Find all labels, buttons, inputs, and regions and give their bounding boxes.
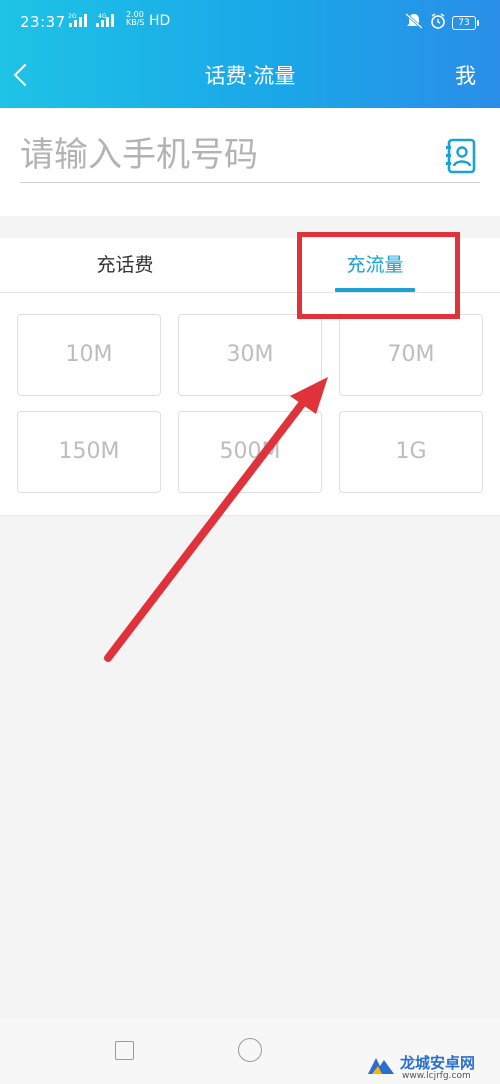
me-button[interactable]: 我	[455, 60, 476, 90]
package-option[interactable]: 70M	[339, 314, 483, 396]
mute-bell-icon	[405, 13, 423, 29]
input-underline	[20, 182, 480, 183]
network-speed-unit: KB/S	[126, 18, 145, 27]
signal-type-label: 2G	[68, 13, 77, 20]
package-option[interactable]: 500M	[178, 411, 322, 493]
watermark-text: 龙城安卓网	[400, 1054, 476, 1072]
package-option[interactable]: 10M	[17, 314, 161, 396]
alarm-clock-icon	[431, 13, 445, 29]
data-package-grid: 10M 30M 70M 150M 500M 1G	[0, 293, 500, 516]
watermark-url: www.lcjrfg.com	[402, 1071, 471, 1081]
battery-icon: 73	[452, 16, 479, 30]
tab-recharge-data[interactable]: 充流量	[250, 238, 500, 292]
signal-type-label: 4G	[98, 13, 107, 20]
watermark-logo-icon	[368, 1058, 394, 1074]
hd-indicator: HD	[149, 13, 171, 29]
nav-bar: 话费·流量 我	[0, 40, 500, 108]
contact-book-icon[interactable]	[445, 138, 477, 174]
network-speed: 2.00 KB/S	[126, 11, 145, 27]
home-circle-icon[interactable]	[238, 1038, 262, 1062]
app-header: 23:37 2G 4G 2.00 KB/S HD 73 话费·流量 我	[0, 0, 500, 108]
recharge-tabs: 充话费 充流量	[0, 238, 500, 293]
cellular-signal-icon: 2G	[68, 13, 87, 27]
watermark: 龙城安卓网 www.lcjrfg.com	[366, 1050, 500, 1084]
package-option[interactable]: 30M	[178, 314, 322, 396]
package-option[interactable]: 150M	[17, 411, 161, 493]
status-bar: 23:37 2G 4G 2.00 KB/S HD 73	[0, 0, 500, 40]
package-option[interactable]: 1G	[339, 411, 483, 493]
status-time: 23:37	[20, 13, 66, 31]
cellular-signal-icon: 4G	[96, 13, 114, 27]
phone-input-section	[0, 108, 500, 216]
recent-apps-square-icon[interactable]	[115, 1041, 134, 1060]
page-title: 话费·流量	[204, 64, 296, 88]
phone-number-input[interactable]	[20, 126, 410, 184]
tab-recharge-credit[interactable]: 充话费	[0, 238, 250, 292]
active-tab-indicator	[335, 288, 415, 292]
